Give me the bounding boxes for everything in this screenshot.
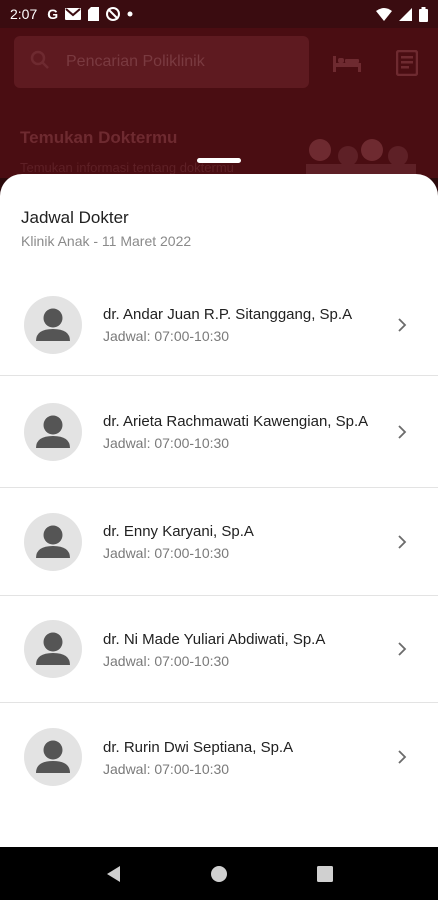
chevron-right-icon (398, 317, 407, 332)
doctor-name: dr. Arieta Rachmawati Kawengian, Sp.A (103, 413, 369, 430)
person-icon (36, 308, 70, 341)
bed-icon[interactable] (332, 50, 362, 76)
signal-icon (399, 7, 412, 21)
home-button[interactable] (199, 854, 239, 894)
recents-icon (317, 865, 333, 882)
doctor-name: dr. Rurin Dwi Septiana, Sp.A (103, 738, 294, 756)
avatar (24, 620, 82, 678)
search-placeholder: Pencarian Poliklinik (66, 53, 205, 70)
chevron-right-icon (398, 424, 407, 439)
doctor-name: dr. Ni Made Yuliari Abdiwati, Sp.A (103, 630, 326, 648)
doctor-name: dr. Andar Juan R.P. Sitanggang, Sp.A (103, 306, 353, 323)
doctor-schedule: Jadwal: 07:00-10:30 (103, 545, 230, 561)
background-heading: Temukan Doktermu (20, 128, 178, 147)
doctors-illustration-icon (300, 128, 420, 178)
recents-button[interactable] (305, 854, 345, 894)
sd-card-icon (88, 7, 100, 21)
avatar (24, 295, 82, 354)
home-icon (211, 865, 227, 882)
person-icon (36, 632, 70, 665)
status-bar: 2:07 G (0, 0, 438, 28)
sync-off-icon (106, 7, 121, 21)
sheet-drag-handle[interactable] (197, 158, 241, 163)
google-icon: G (47, 6, 59, 22)
doctor-schedule: Jadwal: 07:00-10:30 (103, 435, 230, 451)
search-icon (30, 50, 50, 75)
system-nav-bar (0, 847, 438, 900)
doctor-schedule-sheet: Jadwal Dokter Klinik Anak - 11 Maret 202… (0, 174, 438, 847)
background-app: Pencarian Poliklinik Temukan Doktermu Te… (0, 28, 438, 178)
chevron-right-icon (398, 750, 407, 764)
doctor-schedule: Jadwal: 07:00-10:30 (103, 760, 230, 777)
avatar (24, 512, 82, 571)
document-icon[interactable] (392, 50, 422, 76)
wifi-icon (376, 7, 392, 21)
doctor-list-item[interactable]: dr. Enny Karyani, Sp.A Jadwal: 07:00-10:… (0, 488, 438, 596)
doctor-schedule: Jadwal: 07:00-10:30 (103, 652, 230, 669)
doctor-schedule: Jadwal: 07:00-10:30 (103, 328, 230, 344)
avatar (24, 728, 82, 786)
avatar (24, 402, 82, 461)
dot-icon (127, 11, 133, 17)
doctor-list-item[interactable]: dr. Andar Juan R.P. Sitanggang, Sp.A Jad… (0, 274, 438, 376)
doctor-list-item[interactable]: dr. Arieta Rachmawati Kawengian, Sp.A Ja… (0, 376, 438, 488)
search-input[interactable]: Pencarian Poliklinik (14, 36, 309, 88)
chevron-right-icon (398, 642, 407, 656)
doctor-name: dr. Enny Karyani, Sp.A (103, 523, 254, 540)
sheet-header: Jadwal Dokter Klinik Anak - 11 Maret 202… (0, 174, 438, 274)
person-icon (36, 415, 70, 448)
sheet-subtitle: Klinik Anak - 11 Maret 2022 (21, 233, 192, 249)
chevron-right-icon (398, 534, 407, 549)
back-icon (107, 865, 120, 882)
person-icon (36, 740, 70, 773)
status-time: 2:07 (10, 6, 38, 22)
gmail-icon (65, 8, 82, 20)
person-icon (36, 525, 70, 558)
doctor-list-item[interactable]: dr. Rurin Dwi Septiana, Sp.A Jadwal: 07:… (0, 703, 438, 811)
doctor-list-item[interactable]: dr. Ni Made Yuliari Abdiwati, Sp.A Jadwa… (0, 596, 438, 703)
battery-icon (419, 6, 428, 22)
doctor-list: dr. Andar Juan R.P. Sitanggang, Sp.A Jad… (0, 274, 438, 811)
sheet-title: Jadwal Dokter (21, 208, 129, 227)
back-button[interactable] (93, 854, 133, 894)
